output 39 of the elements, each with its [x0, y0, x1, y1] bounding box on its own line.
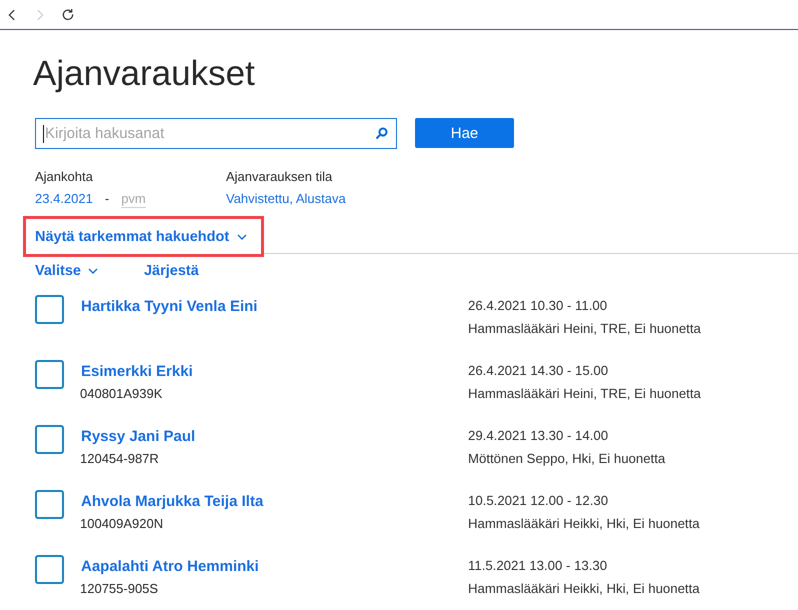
- patient-name-link[interactable]: Ahvola Marjukka Teija Ilta: [81, 492, 264, 512]
- appointment-details: Möttönen Seppo, Hki, Ei huonetta: [468, 450, 666, 468]
- appointment-time: 26.4.2021 10.30 - 11.00: [468, 297, 608, 315]
- patient-name-link[interactable]: Ryssy Jani Paul: [81, 427, 196, 447]
- checkbox[interactable]: [35, 490, 64, 519]
- patient-name-link[interactable]: Esimerkki Erkki: [81, 362, 193, 382]
- appointment-details: Hammaslääkäri Heini, TRE, Ei huonetta: [468, 385, 701, 403]
- action-link[interactable]: Järjestä: [144, 261, 199, 281]
- appointment-time: 10.5.2021 12.00 - 12.30: [468, 492, 608, 510]
- date-field[interactable]: 23.4.2021: [35, 190, 93, 208]
- chevron-down-icon: [237, 234, 248, 240]
- appointment-time: 26.4.2021 14.30 - 15.00: [468, 362, 608, 380]
- page-title: Ajanvaraukset: [33, 53, 256, 95]
- range-separator: -: [104, 190, 110, 208]
- personal-id-text: 040801A939K: [80, 385, 162, 403]
- patient-name-link[interactable]: Aapalahti Atro Hemminki: [81, 557, 259, 577]
- reload-icon[interactable]: [61, 8, 75, 22]
- personal-id-text: 120755-905S: [80, 580, 158, 598]
- text-cursor-icon: [43, 124, 44, 142]
- checkbox[interactable]: [35, 555, 64, 584]
- dropdown-link[interactable]: Valitse: [35, 261, 98, 281]
- filter-label: Ajankohta: [35, 168, 93, 186]
- advanced-search-toggle[interactable]: Näytä tarkemmat hakuehdot: [35, 226, 248, 246]
- filter-label: Ajanvarauksen tila: [226, 168, 332, 186]
- search-icon[interactable]: [375, 127, 388, 140]
- checkbox[interactable]: [35, 360, 64, 389]
- search-field[interactable]: Kirjoita hakusanat: [35, 118, 397, 149]
- checkbox[interactable]: [35, 425, 64, 454]
- status-filter-link[interactable]: Vahvistettu, Alustava: [226, 190, 346, 208]
- appointment-time: 11.5.2021 13.00 - 13.30: [468, 557, 608, 575]
- appointment-details: Hammaslääkäri Heini, TRE, Ei huonetta: [468, 320, 701, 338]
- appointment-time: 29.4.2021 13.30 - 14.00: [468, 427, 608, 445]
- personal-id-text: 100409A920N: [80, 515, 164, 533]
- personal-id-text: 120454-987R: [80, 450, 159, 468]
- search-button[interactable]: Hae: [415, 118, 514, 148]
- checkbox[interactable]: [35, 295, 64, 324]
- appointment-details: Hammaslääkäri Heikki, Hki, Ei huonetta: [468, 515, 700, 533]
- appointment-details: Hammaslääkäri Heikki, Hki, Ei huonetta: [468, 580, 700, 598]
- patient-name-link[interactable]: Hartikka Tyyni Venla Eini: [81, 297, 258, 317]
